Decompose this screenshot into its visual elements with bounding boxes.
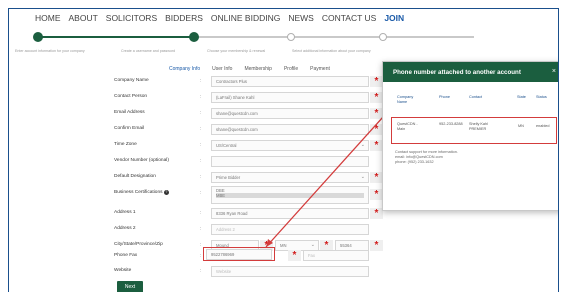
city-state-zip-label: City/State/Province/Zip <box>114 242 163 247</box>
step-dot-3 <box>287 33 295 41</box>
form-tabs: Company Info User Info Membership Profil… <box>169 66 330 72</box>
nav-item-bidders[interactable]: BIDDERS <box>165 13 203 23</box>
business-certifications-label: Business Certifications ? <box>114 190 169 195</box>
step-label-2: Create a username and password <box>121 49 176 53</box>
tab-profile[interactable]: Profile <box>284 66 298 72</box>
confirm-email-label: Confirm Email <box>114 126 145 131</box>
required-icon: * <box>288 250 301 261</box>
close-icon[interactable]: × <box>552 68 556 75</box>
default-designation-select[interactable]: Prime Bidder ⌄ <box>211 172 369 183</box>
time-zone-value: US/Central <box>216 143 237 148</box>
colon-separator: : <box>200 226 202 232</box>
browser-frame: HOME ABOUT SOLICITORS BIDDERS ONLINE BID… <box>8 8 559 292</box>
nav-item-news[interactable]: NEWS <box>288 13 314 23</box>
step-dot-4 <box>379 33 387 41</box>
confirm-email-input[interactable]: shane@questcdn.com <box>211 124 369 135</box>
table-header: Phone <box>439 95 450 99</box>
colon-separator: : <box>200 126 202 132</box>
nav-item-contact-us[interactable]: CONTACT US <box>322 13 376 23</box>
website-input[interactable]: Website <box>211 266 369 277</box>
tab-company-info[interactable]: Company Info <box>169 66 200 72</box>
chevron-down-icon: ⌄ <box>360 174 365 180</box>
email-input[interactable]: shane@questcdn.com <box>211 108 369 119</box>
colon-separator: : <box>200 158 202 164</box>
progress-fill <box>34 36 194 38</box>
nav-item-join[interactable]: JOIN <box>384 13 404 23</box>
step-dot-1 <box>33 32 43 42</box>
phone-highlight-box <box>203 247 275 261</box>
next-button[interactable]: Next <box>117 281 143 292</box>
tab-payment[interactable]: Payment <box>310 66 330 72</box>
table-header: Company Name <box>397 95 414 104</box>
table-header: State <box>517 95 526 99</box>
phone-fax-label: Phone Fax <box>114 253 138 258</box>
modal-title: Phone number attached to another account <box>393 69 521 76</box>
contact-person-input[interactable]: (LaFrail) Shane Kahl <box>211 92 369 103</box>
support-phone: phone: (952) 233-1632 <box>395 160 434 164</box>
vendor-number-label: Vendor Number (optional) <box>114 158 169 163</box>
progress-stepper <box>19 31 558 43</box>
business-certifications-text: Business Certifications <box>114 190 163 195</box>
address1-label: Address 1 <box>114 210 136 215</box>
website-label: Website <box>114 268 132 273</box>
colon-separator: : <box>200 190 202 196</box>
nav-item-online-bidding[interactable]: ONLINE BIDDING <box>211 13 280 23</box>
table-header: Status <box>536 95 547 99</box>
list-item[interactable]: MBE <box>216 193 364 198</box>
address2-input[interactable]: Address 2 <box>211 224 369 235</box>
company-name-label: Company Name <box>114 78 149 83</box>
step-label-1: Enter account information for your compa… <box>15 49 85 53</box>
time-zone-select[interactable]: US/Central ⌄ <box>211 140 369 151</box>
tab-user-info[interactable]: User Info <box>212 66 232 72</box>
colon-separator: : <box>200 242 202 248</box>
duplicate-phone-modal: Phone number attached to another account… <box>382 61 558 211</box>
modal-header: Phone number attached to another account <box>383 62 558 82</box>
nav-item-solicitors[interactable]: SOLICITORS <box>106 13 157 23</box>
contact-person-label: Contact Person <box>114 94 148 99</box>
default-designation-label: Default Designation <box>114 174 156 179</box>
chevron-down-icon: ⌄ <box>360 142 365 148</box>
nav-item-about[interactable]: ABOUT <box>69 13 98 23</box>
colon-separator: : <box>200 174 202 180</box>
step-labels: Enter account information for your compa… <box>11 49 558 57</box>
address2-label: Address 2 <box>114 226 136 231</box>
colon-separator: : <box>200 210 202 216</box>
info-icon[interactable]: ? <box>163 190 169 195</box>
fax-input[interactable]: Fax <box>303 250 369 261</box>
colon-separator: : <box>200 253 202 259</box>
step-label-3: Choose your membership & renewal <box>207 49 266 53</box>
colon-separator: : <box>200 94 202 100</box>
address1-input[interactable]: 8336 Ryan Road <box>211 208 369 219</box>
colon-separator: : <box>200 142 202 148</box>
tab-membership[interactable]: Membership <box>244 66 272 72</box>
time-zone-label: Time Zone <box>114 142 137 147</box>
company-name-input[interactable]: Contractors Plus <box>211 76 369 87</box>
step-label-4: Select additional information about your… <box>292 49 371 53</box>
table-header: Contact <box>469 95 483 99</box>
default-designation-value: Prime Bidder <box>216 175 241 180</box>
email-label: Email Address <box>114 110 145 115</box>
nav-item-home[interactable]: HOME <box>35 13 61 23</box>
colon-separator: : <box>200 268 202 274</box>
matching-row-highlight <box>391 117 557 144</box>
business-certifications-listbox[interactable]: DBE MBE <box>211 186 369 204</box>
top-navigation: HOME ABOUT SOLICITORS BIDDERS ONLINE BID… <box>35 13 404 23</box>
vendor-number-input[interactable] <box>211 156 369 167</box>
colon-separator: : <box>200 78 202 84</box>
step-dot-2 <box>189 32 199 42</box>
support-info: Contact support for more information. em… <box>395 150 458 165</box>
colon-separator: : <box>200 110 202 116</box>
required-icon: * <box>370 240 383 251</box>
chevron-down-icon: ⌄ <box>310 242 315 248</box>
state-value: MN <box>280 243 287 248</box>
